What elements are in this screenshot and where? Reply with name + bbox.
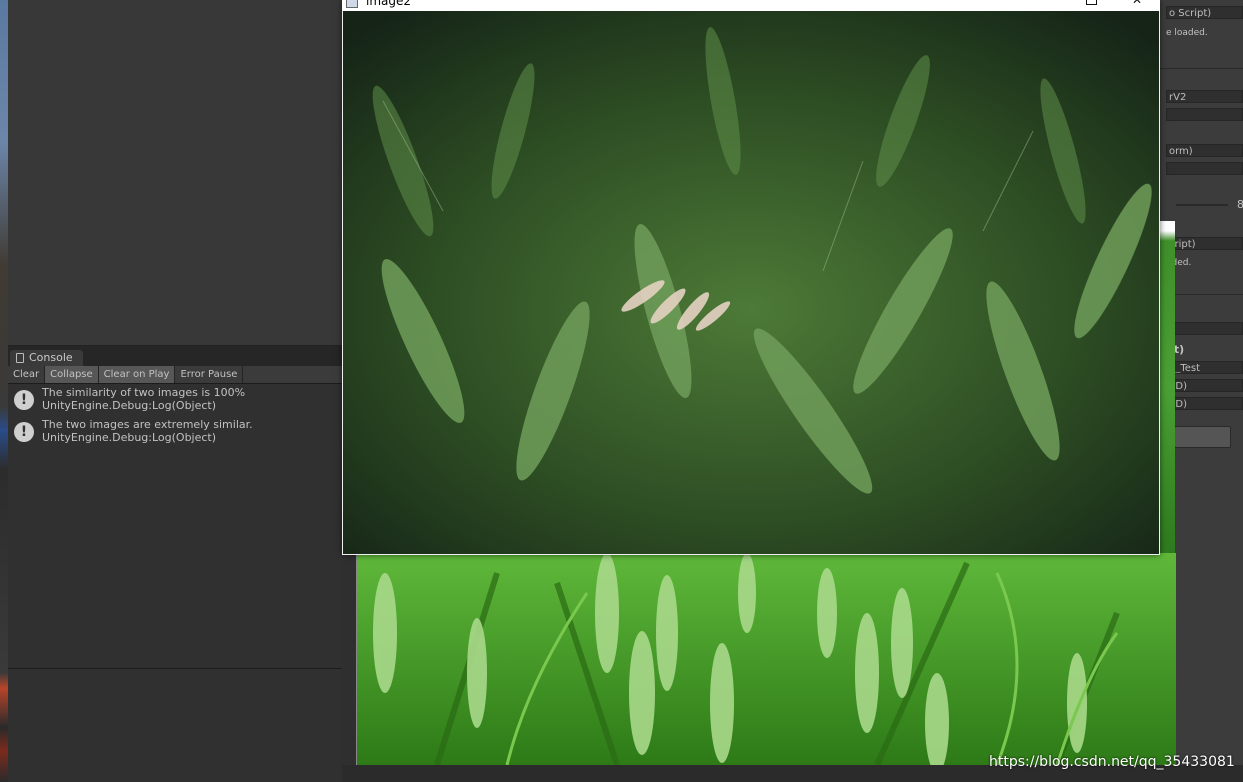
app-icon: [346, 0, 358, 8]
image-window-2[interactable]: image2 ✕: [342, 0, 1160, 555]
console-panel: Console Clear Collapse Clear on Play Err…: [8, 346, 342, 782]
script-field[interactable]: cript): [1166, 237, 1243, 250]
console-tab-label: Console: [29, 351, 73, 364]
transform-field[interactable]: orm): [1166, 144, 1243, 157]
info-icon: !: [14, 422, 34, 442]
texture-field[interactable]: 2D): [1166, 379, 1243, 392]
image-window-1[interactable]: [356, 553, 1176, 765]
info-icon: !: [14, 390, 34, 410]
log-entry[interactable]: ! The two images are extremely similar. …: [8, 416, 342, 447]
slider-value: 8: [1237, 198, 1243, 211]
log-source: UnityEngine.Debug:Log(Object): [42, 431, 217, 444]
console-tab-bar: Console: [8, 346, 342, 366]
console-toolbar: Clear Collapse Clear on Play Error Pause: [8, 366, 342, 384]
slider-track[interactable]: [1176, 204, 1228, 206]
clear-button[interactable]: Clear: [8, 366, 46, 383]
texture-field[interactable]: 2D): [1166, 397, 1243, 410]
image-window-edge: [1160, 221, 1175, 553]
clear-on-play-button[interactable]: Clear on Play: [98, 366, 176, 383]
wheat-photo-dark: [343, 11, 1159, 554]
collapse-button[interactable]: Collapse: [45, 366, 99, 383]
console-icon: [16, 353, 24, 363]
watermark-text: https://blog.csdn.net/qq_35433081: [989, 754, 1235, 770]
script-field[interactable]: o Script): [1166, 6, 1243, 19]
window-title: image2: [366, 0, 412, 8]
script-status-text: e loaded.: [1166, 28, 1208, 38]
log-message: The two images are extremely similar.: [42, 418, 253, 431]
log-entry[interactable]: ! The similarity of two images is 100% U…: [8, 384, 342, 415]
blank-field[interactable]: [1166, 108, 1243, 121]
log-source: UnityEngine.Debug:Log(Object): [42, 399, 217, 412]
close-icon[interactable]: ✕: [1132, 0, 1142, 6]
scene-view-strip: [0, 0, 8, 782]
console-detail-divider[interactable]: [8, 668, 342, 669]
blank-field[interactable]: [1166, 162, 1243, 175]
component-field[interactable]: rV2: [1166, 90, 1243, 103]
wheat-photo-bright: [357, 553, 1176, 765]
test-field[interactable]: p_Test: [1166, 361, 1243, 374]
error-pause-button[interactable]: Error Pause: [175, 366, 244, 383]
divider: [1158, 68, 1243, 69]
hierarchy-panel: [8, 0, 344, 346]
log-message: The similarity of two images is 100%: [42, 386, 246, 399]
blank-field[interactable]: [1166, 322, 1243, 335]
tab-console[interactable]: Console: [10, 350, 83, 366]
window-titlebar[interactable]: image2 ✕: [342, 0, 1160, 11]
maximize-icon[interactable]: [1086, 0, 1097, 5]
inspector-button[interactable]: [1174, 426, 1231, 448]
